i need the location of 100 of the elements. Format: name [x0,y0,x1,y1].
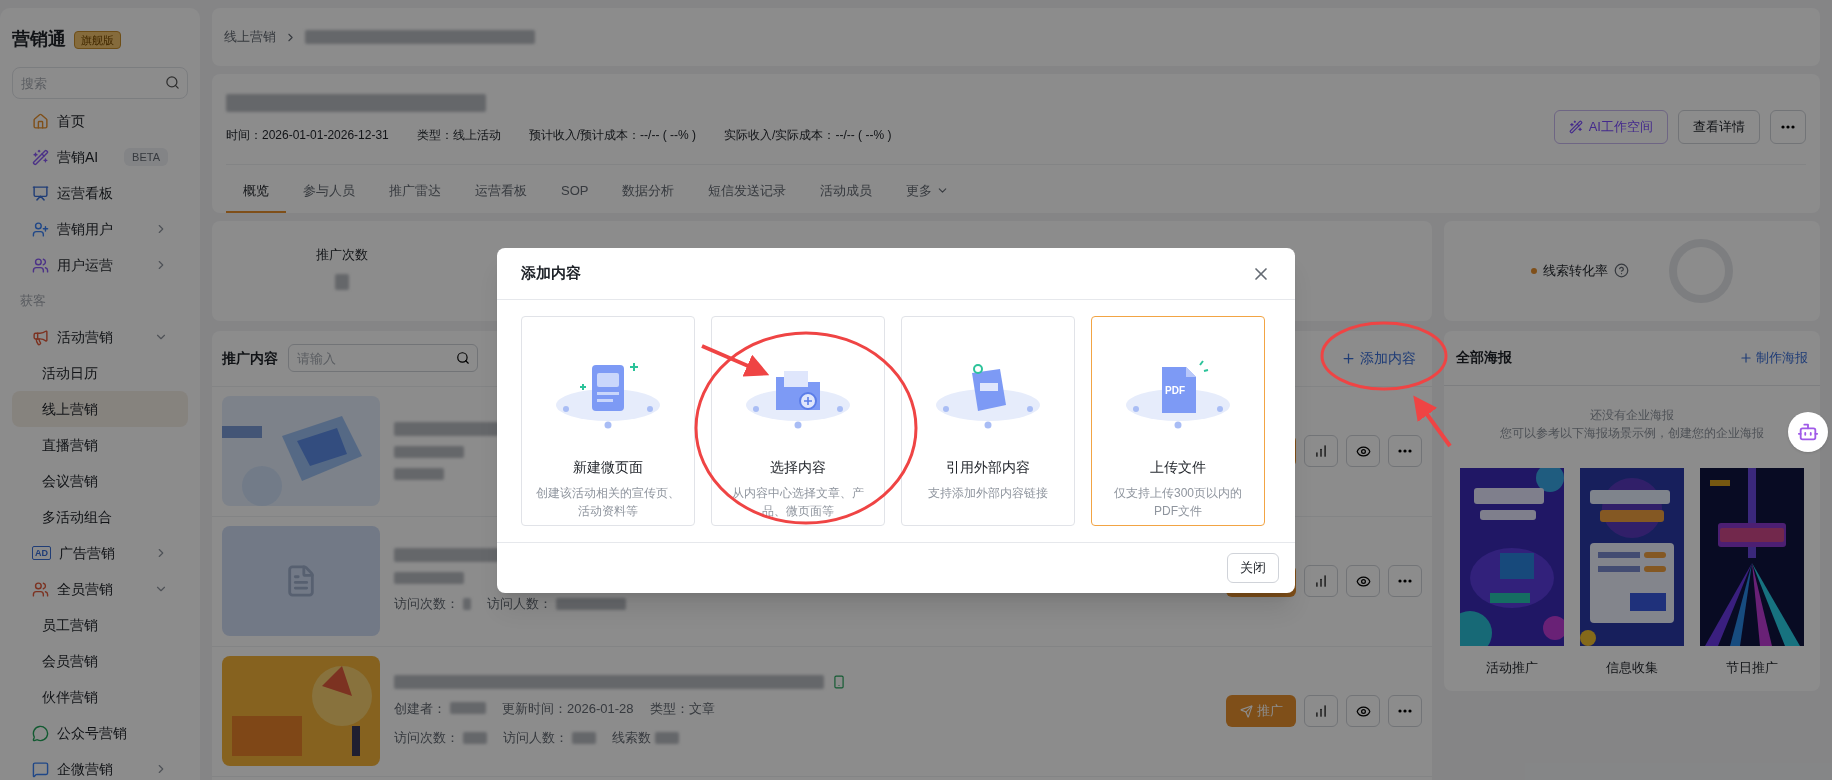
sidebar-subitem[interactable]: 多活动组合 [12,499,188,535]
users-icon [32,256,49,274]
redacted-text [655,731,679,744]
more-button[interactable] [1388,435,1422,467]
beta-badge: BETA [124,147,168,167]
activity-meta: 时间：2026-01-01-2026-12-31 [226,127,389,144]
field-label: 访问人数： [487,595,552,614]
eye-icon [1355,573,1371,589]
more-icon [1398,709,1412,713]
option-description: 从内容中心选择文章、产品、微页面等 [731,485,865,520]
poster-label: 节日推广 [1726,658,1778,677]
preview-button[interactable] [1346,695,1380,727]
option-description: 创建该活动相关的宣传页、活动资料等 [535,485,681,520]
stat-label: 线索转化率 [1543,261,1608,280]
redacted-text [394,572,464,585]
sidebar-subitem[interactable]: 伙伴营销 [12,679,188,715]
redacted-text [463,598,471,610]
stats-button[interactable] [1304,695,1338,727]
annotation-arrow [701,344,770,377]
sidebar-subitem[interactable]: 线上营销 [12,391,188,427]
ad-icon: AD [32,546,51,560]
home-icon [32,112,49,130]
file-type-label: PDF [1165,384,1185,398]
sidebar-item[interactable]: 首页 [12,103,188,139]
empty-message: 还没有企业海报 [1590,406,1674,424]
option-description: 支持添加外部内容链接 [928,485,1048,502]
chart-icon [1314,444,1328,458]
option-description: 仅支持上传300页以内的PDF文件 [1113,485,1243,520]
details-button[interactable]: 查看详情 [1678,110,1760,144]
sidebar-subitem[interactable]: 员工营销 [12,607,188,643]
section-title: 推广内容 [222,348,278,368]
search-icon [165,75,180,90]
tab[interactable]: 概览 [226,181,286,213]
tab[interactable]: 活动成员 [803,181,890,213]
more-icon [1781,125,1795,129]
tab[interactable]: SOP [544,181,606,213]
user-add-icon [32,220,49,238]
option-card[interactable]: 新建微页面 创建该活动相关的宣传页、活动资料等 [521,316,695,526]
sidebar-item[interactable]: 全员营销 [12,571,188,607]
tab[interactable]: 推广雷达 [372,181,458,213]
redacted-text [335,274,349,290]
sidebar-item[interactable]: 企微营销 [12,751,188,780]
chart-icon [1314,704,1328,718]
field-label: 访问人数： [503,729,568,747]
robot-icon [1797,421,1819,443]
field-label: 类型：文章 [649,699,715,718]
option-card[interactable]: 引用外部内容 支持添加外部内容链接 [901,316,1075,526]
more-button[interactable] [1388,695,1422,727]
sidebar-item[interactable]: AD 广告营销 [12,535,188,571]
help-icon [1614,263,1629,278]
redacted-text [394,468,444,480]
tab[interactable]: 数据分析 [605,181,692,213]
option-card[interactable]: PDF 上传文件 仅支持上传300页以内的PDF文件 [1091,316,1265,526]
add-content-link[interactable]: 添加内容 [1341,347,1422,369]
users-icon [32,580,49,598]
ai-workspace-button[interactable]: AI工作空间 [1553,110,1668,144]
search-icon [456,351,470,365]
sidebar-item[interactable]: 活动营销 [12,319,188,355]
sidebar-subitem[interactable]: 会议营销 [12,463,188,499]
section-title: 全部海报 [1456,348,1512,367]
tab[interactable]: 更多 [889,181,967,213]
brand-name: 营销通 [12,28,66,51]
stats-button[interactable] [1304,435,1338,467]
stats-button[interactable] [1304,565,1338,597]
presentation-icon [32,184,49,202]
activity-meta: 预计收入/预计成本：--/-- ( --% ) [528,127,697,144]
sidebar-subitem[interactable]: 活动日历 [12,355,188,391]
redacted-text [572,731,596,744]
more-button[interactable] [1770,110,1806,144]
sidebar-item[interactable]: 公众号营销 [12,715,188,751]
megaphone-icon [32,328,49,346]
preview-button[interactable] [1346,435,1380,467]
close-button[interactable]: 关闭 [1227,553,1279,583]
option-card[interactable]: 选择内容 从内容中心选择文章、产品、微页面等 [711,316,885,526]
tab[interactable]: 短信发送记录 [691,181,804,213]
tab[interactable]: 运营看板 [458,181,544,213]
plus-icon [1739,350,1753,365]
empty-message: 您可以参考以下海报场景示例，创建您的企业海报 [1500,424,1764,442]
more-icon [1398,579,1412,583]
send-icon [1239,704,1253,718]
message-icon [32,760,49,778]
sidebar-subitem[interactable]: 会员营销 [12,643,188,679]
chart-icon [1314,574,1328,588]
dialog-title: 添加内容 [521,263,581,284]
sidebar-item[interactable]: 运营看板 [12,175,188,211]
create-poster-link[interactable]: 制作海报 [1739,347,1808,368]
sidebar-item[interactable]: 营销用户 [12,211,188,247]
stat-label: 推广次数 [316,245,368,264]
activity-meta: 类型：线上活动 [416,127,501,144]
eye-icon [1355,703,1371,719]
more-icon [1398,449,1412,453]
field-label: 创建者： [394,699,446,718]
breadcrumb-link[interactable]: 线上营销 [224,27,276,47]
sidebar-item[interactable]: 用户运营 [12,247,188,283]
annotation-arrow [1413,395,1452,448]
sidebar-item[interactable]: 营销AI BETA [12,139,188,175]
tab[interactable]: 参与人员 [286,181,372,213]
preview-button[interactable] [1346,565,1380,597]
more-button[interactable] [1388,565,1422,597]
sidebar-subitem[interactable]: 直播营销 [12,427,188,463]
